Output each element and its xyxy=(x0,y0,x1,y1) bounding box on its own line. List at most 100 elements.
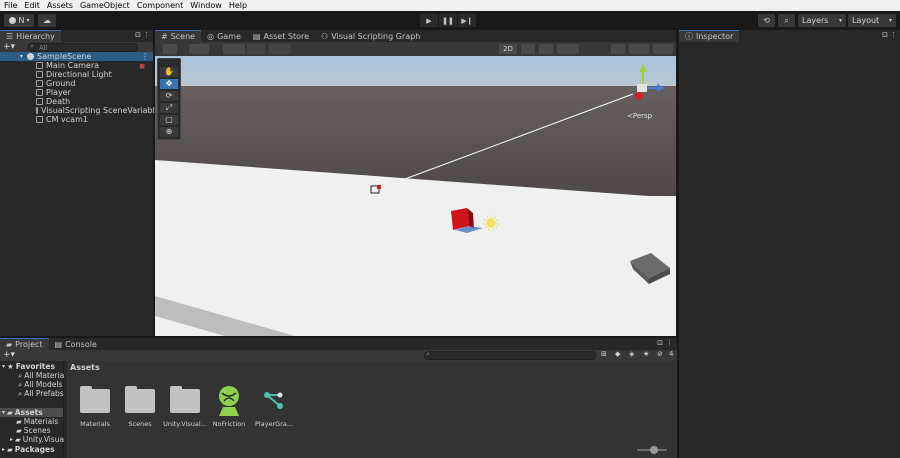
cloud-button[interactable]: ☁ xyxy=(38,14,56,27)
assets-root-item[interactable]: ▾ ▰ Assets xyxy=(0,408,63,417)
hidden-objects-button[interactable] xyxy=(611,44,625,54)
thumbnail-size-slider[interactable] xyxy=(637,446,667,454)
rotate-tool-button[interactable]: ⟳ xyxy=(160,91,178,101)
hand-tool-button[interactable]: ✋ xyxy=(160,67,178,77)
menu-component[interactable]: Component xyxy=(137,1,183,10)
more-icon[interactable]: ⋮ xyxy=(666,339,673,347)
folder-materials[interactable]: ▰ Materials xyxy=(16,417,64,426)
layout-dropdown[interactable]: Layout ▾ xyxy=(848,14,896,27)
gizmos-button[interactable] xyxy=(653,44,673,54)
asset-item-unity-visualscripting[interactable]: Unity.Visual... xyxy=(162,385,208,435)
hierarchy-item-label: Main Camera xyxy=(46,61,100,70)
pause-button[interactable]: ❚❚ xyxy=(439,14,457,27)
tab-inspector[interactable]: ⓘ Inspector xyxy=(679,30,740,42)
hierarchy-item-death[interactable]: Death xyxy=(36,97,153,106)
hierarchy-search-input[interactable]: All xyxy=(28,43,138,52)
menu-edit[interactable]: Edit xyxy=(24,1,40,10)
menu-file[interactable]: File xyxy=(4,1,17,10)
asset-item-materials[interactable]: Materials xyxy=(72,385,118,435)
asset-item-scenes[interactable]: Scenes xyxy=(117,385,163,435)
rect-tool-button[interactable]: ▢ xyxy=(160,115,178,125)
menu-help[interactable]: Help xyxy=(229,1,247,10)
camera-settings-button[interactable] xyxy=(629,44,649,54)
more-icon[interactable]: ⋮ xyxy=(141,52,149,61)
account-button[interactable]: N ▾ xyxy=(4,14,34,27)
hierarchy-panel: ☰ Hierarchy ⊡ ⋮ +▾ All ⌕ ▾ SampleScene ⋮… xyxy=(0,30,217,336)
asset-item-playergraph[interactable]: PlayerGra... xyxy=(251,385,297,435)
breadcrumb[interactable]: Assets xyxy=(70,363,100,372)
transform-icon: ⊕ xyxy=(165,127,173,136)
move-tool-button[interactable]: ✥ xyxy=(160,79,178,89)
expand-arrow-icon[interactable]: ▾ xyxy=(20,53,23,60)
play-button[interactable]: ▶ xyxy=(420,14,438,27)
lock-icon[interactable]: ⊡ xyxy=(135,31,141,39)
persp-label[interactable]: <Persp xyxy=(627,112,652,120)
list-icon: ☰ xyxy=(6,32,14,41)
favorites-header[interactable]: ▾ ★ Favorites xyxy=(2,362,55,371)
hierarchy-item-cm-vcam1[interactable]: CM vcam1 xyxy=(36,115,153,124)
favorite-all-prefabs[interactable]: ⌕ All Prefabs xyxy=(18,389,64,398)
project-sidebar: ▾ ★ Favorites ⌕ All Materials ⌕ All Mode… xyxy=(0,361,64,458)
packages-root-item[interactable]: ▸ ▰ Packages xyxy=(2,445,55,454)
lock-icon[interactable]: ⊡ xyxy=(657,339,663,347)
create-folder-icon[interactable]: ⊞ xyxy=(601,350,607,358)
hidden-packages-icon[interactable]: ⊘ xyxy=(657,350,663,358)
grid-icon: # xyxy=(161,32,168,41)
more-icon[interactable]: ⋮ xyxy=(890,31,897,39)
hierarchy-item-main-camera[interactable]: Main Camera ◼ xyxy=(36,61,153,70)
tab-hierarchy[interactable]: ☰ Hierarchy xyxy=(0,30,61,42)
scene-viewport[interactable]: ✋ ✥ ⟳ ⤢ ▢ ⊕ <Persp xyxy=(155,56,676,336)
audio-button[interactable] xyxy=(539,44,553,54)
shading-mode-button[interactable] xyxy=(189,44,209,54)
hierarchy-item-player[interactable]: Player xyxy=(36,88,153,97)
folder-icon: ▰ xyxy=(16,417,22,426)
slider-handle[interactable] xyxy=(650,446,658,454)
favorite-all-materials[interactable]: ⌕ All Materials xyxy=(18,371,64,380)
effects-button[interactable] xyxy=(557,44,579,54)
chevron-down-icon: ▾ xyxy=(26,17,30,24)
menu-gameobject[interactable]: GameObject xyxy=(80,1,130,10)
draw-mode-button[interactable] xyxy=(163,44,177,54)
folder-scenes[interactable]: ▰ Scenes xyxy=(16,426,64,435)
tab-visual-scripting-graph[interactable]: ⚇ Visual Scripting Graph xyxy=(315,30,427,42)
search-by-type-icon[interactable]: ◆ xyxy=(615,350,620,358)
hierarchy-item-visualscripting[interactable]: VisualScripting SceneVariables xyxy=(36,106,164,115)
tab-scene[interactable]: # Scene xyxy=(155,30,202,42)
add-object-button[interactable]: +▾ xyxy=(3,42,15,52)
layers-dropdown[interactable]: Layers ▾ xyxy=(798,14,846,27)
grid-snap-button[interactable] xyxy=(269,44,291,54)
sky xyxy=(155,56,676,86)
tab-console-label: Console xyxy=(65,339,97,349)
create-asset-button[interactable]: +▾ xyxy=(3,350,15,360)
scene-root-item[interactable]: ▾ SampleScene ⋮ xyxy=(0,52,153,61)
hierarchy-item-directional-light[interactable]: Directional Light xyxy=(36,70,153,79)
favorite-all-models[interactable]: ⌕ All Models xyxy=(18,380,64,389)
menu-assets[interactable]: Assets xyxy=(47,1,73,10)
scene-view-2d-button[interactable]: 2D xyxy=(499,44,517,54)
tab-project[interactable]: ▰ Project xyxy=(0,338,49,350)
snap-button[interactable] xyxy=(247,44,265,54)
asset-item-nofriction[interactable]: NoFriction xyxy=(206,385,252,435)
tab-asset-store[interactable]: ▤ Asset Store xyxy=(246,30,316,42)
tab-console[interactable]: ▤ Console xyxy=(48,338,103,350)
history-button[interactable]: ⟲ xyxy=(758,14,775,27)
project-search-input[interactable] xyxy=(424,351,596,360)
scale-tool-button[interactable]: ⤢ xyxy=(160,103,178,113)
pivot-button[interactable] xyxy=(223,44,245,54)
hierarchy-item-ground[interactable]: Ground xyxy=(36,79,153,88)
menu-window[interactable]: Window xyxy=(190,1,222,10)
folder-icon xyxy=(80,386,110,413)
hierarchy-tabbar: ☰ Hierarchy ⊡ ⋮ xyxy=(0,30,153,42)
lighting-button[interactable] xyxy=(521,44,535,54)
search-icon: ⌕ xyxy=(18,389,23,398)
search-icon: ⌕ xyxy=(18,380,23,389)
tab-game[interactable]: ◎ Game xyxy=(201,30,247,42)
search-button[interactable]: ⌕ xyxy=(778,14,795,27)
folder-unity-visualscripting[interactable]: ▸ ▰ Unity.VisualScripting.Generated xyxy=(10,435,64,444)
lock-icon[interactable]: ⊡ xyxy=(882,31,888,39)
more-icon[interactable]: ⋮ xyxy=(143,31,150,39)
transform-tool-button[interactable]: ⊕ xyxy=(160,127,178,137)
step-button[interactable]: ▶❙ xyxy=(458,14,476,27)
favorite-search-icon[interactable]: ★ xyxy=(643,350,649,358)
search-by-label-icon[interactable]: ◈ xyxy=(629,350,634,358)
